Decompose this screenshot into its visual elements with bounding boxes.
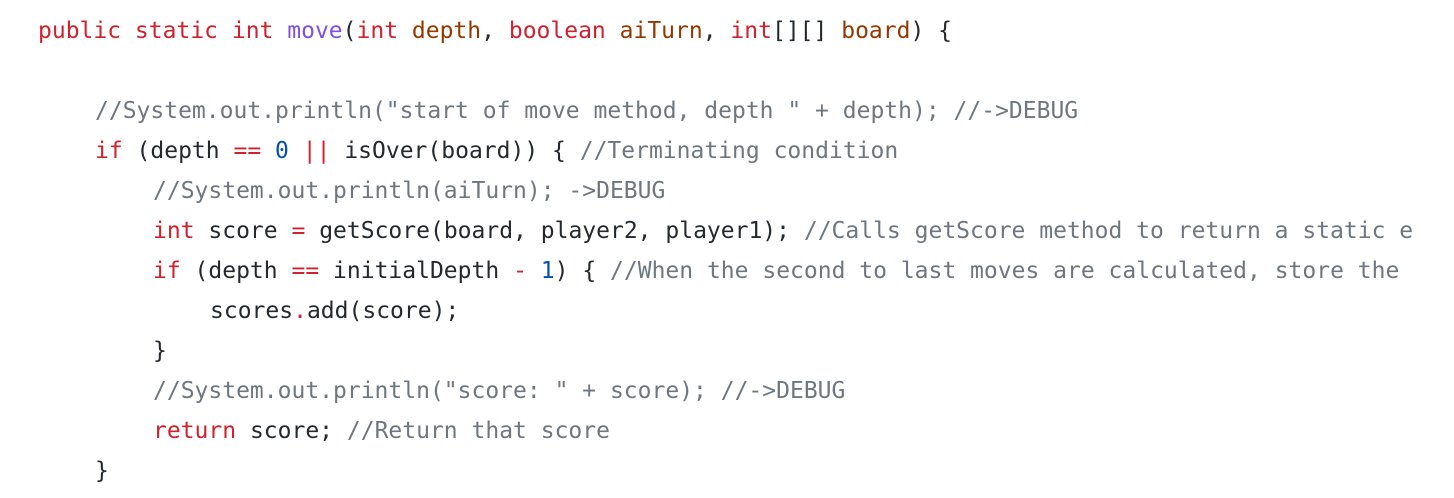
code-line-scores-add: scores.add(score); xyxy=(210,291,459,331)
code-comment: //Terminating condition xyxy=(579,138,899,164)
code-line-debug-comment: //System.out.println(aiTurn); ->DEBUG xyxy=(153,171,665,211)
code-token: score; xyxy=(249,418,347,444)
code-comment: //System.out.println(aiTurn); ->DEBUG xyxy=(153,178,666,204)
code-token: int xyxy=(153,218,209,244)
code-comment: //When the second to last moves are calc… xyxy=(610,258,1400,284)
code-token: || xyxy=(302,138,331,164)
code-token: int xyxy=(356,18,412,44)
code-token: == xyxy=(291,258,320,284)
code-token: isOver(board)) { xyxy=(330,138,580,164)
code-token: (depth xyxy=(194,258,292,284)
code-token: add(score); xyxy=(306,298,460,324)
code-line-score-declaration: int score = getScore(board, player2, pla… xyxy=(153,211,1413,251)
code-token: return xyxy=(153,418,250,444)
code-comment: //Return that score xyxy=(346,418,610,444)
code-line-if-initial-depth: if (depth == initialDepth - 1) { //When … xyxy=(153,251,1399,291)
code-token: ) { xyxy=(910,18,953,44)
code-token: score xyxy=(208,218,292,244)
code-token: ) { xyxy=(554,258,611,284)
code-token: - xyxy=(513,258,527,284)
code-token: = xyxy=(291,218,306,244)
code-line-debug-comment: //System.out.println("start of move meth… xyxy=(95,91,1078,131)
code-token: == xyxy=(233,138,262,164)
code-token: 0 xyxy=(275,138,289,164)
code-token: ( xyxy=(342,18,357,44)
code-token: if xyxy=(95,138,137,164)
code-token: depth xyxy=(411,18,482,44)
code-token: , xyxy=(702,18,731,44)
code-line-return: return score; //Return that score xyxy=(153,411,610,451)
code-token: initialDepth xyxy=(319,258,514,284)
code-token: getScore(board, player2, player1); xyxy=(305,218,804,244)
code-token: move xyxy=(287,18,343,44)
code-token: , xyxy=(481,18,509,44)
code-token: aiTurn xyxy=(619,18,703,44)
code-token: board xyxy=(841,18,911,44)
code-token: [][] xyxy=(771,18,842,44)
code-token: int xyxy=(730,18,772,44)
code-comment: //Calls getScore method to return a stat… xyxy=(803,218,1414,244)
code-token: public static int xyxy=(38,18,288,44)
code-line-debug-comment: //System.out.println("score: " + score);… xyxy=(153,371,845,411)
code-token: (depth xyxy=(136,138,234,164)
code-token: 1 xyxy=(540,258,555,284)
code-token: if xyxy=(153,258,195,284)
code-comment: //System.out.println("score: " + score);… xyxy=(153,378,846,404)
code-token: } xyxy=(153,338,167,364)
code-token: boolean xyxy=(508,18,620,44)
code-comment: //System.out.println("start of move meth… xyxy=(95,98,1079,124)
code-token: scores xyxy=(210,298,294,324)
code-line-closing-brace: } xyxy=(95,451,109,491)
code-line-closing-brace: } xyxy=(153,331,167,371)
code-token: . xyxy=(293,298,307,324)
code-line-method-signature: public static int move(int depth, boolea… xyxy=(38,11,952,51)
code-token: } xyxy=(95,458,109,484)
code-view[interactable]: public static int move(int depth, boolea… xyxy=(0,0,1454,498)
code-line-if-terminating: if (depth == 0 || isOver(board)) { //Ter… xyxy=(95,131,898,171)
